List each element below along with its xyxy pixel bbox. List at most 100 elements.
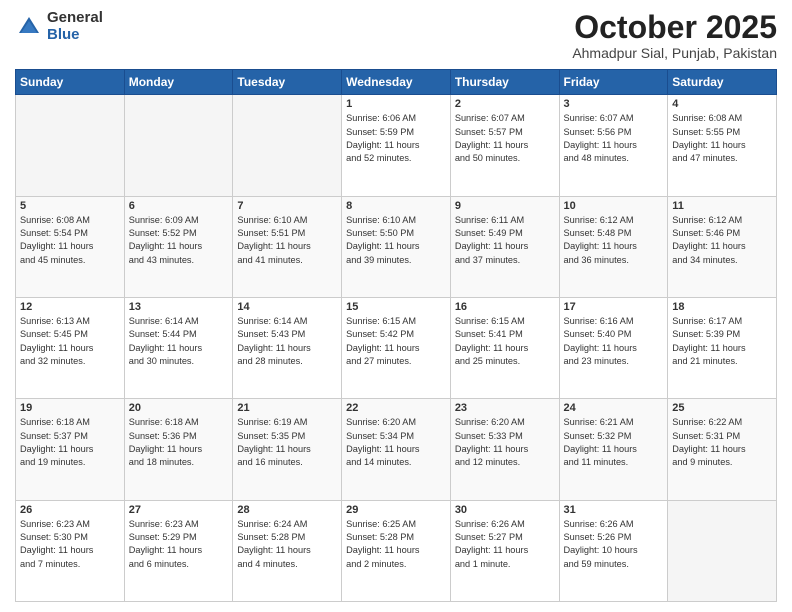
calendar-cell: 16Sunrise: 6:15 AMSunset: 5:41 PMDayligh…	[450, 297, 559, 398]
day-number: 2	[455, 98, 555, 110]
calendar-cell: 30 Sunrise: 6:26 AMSunset: 5:27 PMDayligh…	[450, 500, 559, 601]
day-info: Sunrise: 6:15 AMSunset: 5:42 PMDaylight:…	[346, 315, 446, 368]
logo-text: General Blue	[47, 10, 103, 43]
day-info: Sunrise: 6:26 AMSunset: 5:27 PMDaylight:…	[455, 518, 555, 571]
day-number: 21	[237, 402, 337, 414]
calendar-cell: 25Sunrise: 6:22 AMSunset: 5:31 PMDayligh…	[668, 399, 777, 500]
month-title: October 2025	[572, 10, 777, 45]
calendar-cell	[124, 95, 233, 196]
weekday-header: Tuesday	[233, 70, 342, 95]
calendar-cell: 10 Sunrise: 6:12 AMSunset: 5:48 PMDayligh…	[559, 196, 668, 297]
calendar-cell: 24 Sunrise: 6:21 AMSunset: 5:32 PMDayligh…	[559, 399, 668, 500]
day-info: Sunrise: 6:18 AMSunset: 5:37 PMDaylight:…	[20, 416, 120, 469]
weekday-header: Monday	[124, 70, 233, 95]
logo: General Blue	[15, 10, 103, 43]
calendar-header-row: SundayMondayTuesdayWednesdayThursdayFrid…	[16, 70, 777, 95]
calendar-cell: 29 Sunrise: 6:25 AMSunset: 5:28 PMDayligh…	[342, 500, 451, 601]
day-number: 29	[346, 504, 446, 516]
weekday-header: Friday	[559, 70, 668, 95]
day-info: Sunrise: 6:25 AMSunset: 5:28 PMDaylight:…	[346, 518, 446, 571]
day-info: Sunrise: 6:09 AMSunset: 5:52 PMDaylight:…	[129, 214, 229, 267]
day-info: Sunrise: 6:14 AMSunset: 5:44 PMDaylight:…	[129, 315, 229, 368]
weekday-header: Thursday	[450, 70, 559, 95]
calendar-cell: 17 Sunrise: 6:16 AMSunset: 5:40 PMDayligh…	[559, 297, 668, 398]
calendar-cell: 2 Sunrise: 6:07 AMSunset: 5:57 PMDaylight…	[450, 95, 559, 196]
day-number: 30	[455, 504, 555, 516]
day-number: 8	[346, 200, 446, 212]
weekday-header: Wednesday	[342, 70, 451, 95]
calendar-week-row: 19Sunrise: 6:18 AMSunset: 5:37 PMDayligh…	[16, 399, 777, 500]
day-info: Sunrise: 6:20 AMSunset: 5:33 PMDaylight:…	[455, 416, 555, 469]
day-number: 27	[129, 504, 229, 516]
calendar-week-row: 26 Sunrise: 6:23 AMSunset: 5:30 PMDayligh…	[16, 500, 777, 601]
calendar-cell: 21 Sunrise: 6:19 AMSunset: 5:35 PMDayligh…	[233, 399, 342, 500]
day-number: 6	[129, 200, 229, 212]
calendar-cell: 28 Sunrise: 6:24 AMSunset: 5:28 PMDayligh…	[233, 500, 342, 601]
logo-blue: Blue	[47, 27, 103, 44]
calendar-cell: 1 Sunrise: 6:06 AMSunset: 5:59 PMDaylight…	[342, 95, 451, 196]
day-number: 5	[20, 200, 120, 212]
day-info: Sunrise: 6:17 AMSunset: 5:39 PMDaylight:…	[672, 315, 772, 368]
day-info: Sunrise: 6:07 AMSunset: 5:57 PMDaylight:…	[455, 112, 555, 165]
logo-icon	[15, 13, 43, 41]
day-number: 18	[672, 301, 772, 313]
day-info: Sunrise: 6:26 AMSunset: 5:26 PMDaylight:…	[564, 518, 664, 571]
day-number: 23	[455, 402, 555, 414]
day-number: 14	[237, 301, 337, 313]
calendar-cell: 13 Sunrise: 6:14 AMSunset: 5:44 PMDayligh…	[124, 297, 233, 398]
day-info: Sunrise: 6:07 AMSunset: 5:56 PMDaylight:…	[564, 112, 664, 165]
calendar-week-row: 5 Sunrise: 6:08 AMSunset: 5:54 PMDaylight…	[16, 196, 777, 297]
calendar-cell: 31Sunrise: 6:26 AMSunset: 5:26 PMDayligh…	[559, 500, 668, 601]
day-info: Sunrise: 6:06 AMSunset: 5:59 PMDaylight:…	[346, 112, 446, 165]
day-info: Sunrise: 6:21 AMSunset: 5:32 PMDaylight:…	[564, 416, 664, 469]
header: General Blue October 2025 Ahmadpur Sial,…	[15, 10, 777, 61]
day-number: 10	[564, 200, 664, 212]
day-info: Sunrise: 6:12 AMSunset: 5:48 PMDaylight:…	[564, 214, 664, 267]
day-number: 12	[20, 301, 120, 313]
calendar-cell: 9Sunrise: 6:11 AMSunset: 5:49 PMDaylight…	[450, 196, 559, 297]
day-info: Sunrise: 6:20 AMSunset: 5:34 PMDaylight:…	[346, 416, 446, 469]
calendar-cell: 27 Sunrise: 6:23 AMSunset: 5:29 PMDayligh…	[124, 500, 233, 601]
day-number: 16	[455, 301, 555, 313]
day-number: 25	[672, 402, 772, 414]
day-number: 9	[455, 200, 555, 212]
calendar-cell: 3 Sunrise: 6:07 AMSunset: 5:56 PMDaylight…	[559, 95, 668, 196]
calendar-cell: 14 Sunrise: 6:14 AMSunset: 5:43 PMDayligh…	[233, 297, 342, 398]
day-info: Sunrise: 6:10 AMSunset: 5:50 PMDaylight:…	[346, 214, 446, 267]
day-info: Sunrise: 6:16 AMSunset: 5:40 PMDaylight:…	[564, 315, 664, 368]
calendar-cell	[668, 500, 777, 601]
calendar-cell	[16, 95, 125, 196]
page: General Blue October 2025 Ahmadpur Sial,…	[0, 0, 792, 612]
day-info: Sunrise: 6:08 AMSunset: 5:54 PMDaylight:…	[20, 214, 120, 267]
day-number: 3	[564, 98, 664, 110]
day-number: 28	[237, 504, 337, 516]
calendar-cell: 6 Sunrise: 6:09 AMSunset: 5:52 PMDaylight…	[124, 196, 233, 297]
day-number: 17	[564, 301, 664, 313]
day-number: 22	[346, 402, 446, 414]
day-info: Sunrise: 6:23 AMSunset: 5:29 PMDaylight:…	[129, 518, 229, 571]
calendar-cell: 11Sunrise: 6:12 AMSunset: 5:46 PMDayligh…	[668, 196, 777, 297]
day-number: 7	[237, 200, 337, 212]
day-number: 13	[129, 301, 229, 313]
day-number: 24	[564, 402, 664, 414]
day-info: Sunrise: 6:24 AMSunset: 5:28 PMDaylight:…	[237, 518, 337, 571]
day-info: Sunrise: 6:14 AMSunset: 5:43 PMDaylight:…	[237, 315, 337, 368]
calendar-week-row: 1 Sunrise: 6:06 AMSunset: 5:59 PMDaylight…	[16, 95, 777, 196]
day-number: 15	[346, 301, 446, 313]
calendar-cell: 4Sunrise: 6:08 AMSunset: 5:55 PMDaylight…	[668, 95, 777, 196]
day-info: Sunrise: 6:23 AMSunset: 5:30 PMDaylight:…	[20, 518, 120, 571]
calendar-table: SundayMondayTuesdayWednesdayThursdayFrid…	[15, 69, 777, 602]
calendar-cell: 8 Sunrise: 6:10 AMSunset: 5:50 PMDaylight…	[342, 196, 451, 297]
logo-general: General	[47, 10, 103, 27]
day-number: 1	[346, 98, 446, 110]
calendar-cell: 20 Sunrise: 6:18 AMSunset: 5:36 PMDayligh…	[124, 399, 233, 500]
day-number: 26	[20, 504, 120, 516]
day-info: Sunrise: 6:10 AMSunset: 5:51 PMDaylight:…	[237, 214, 337, 267]
day-info: Sunrise: 6:18 AMSunset: 5:36 PMDaylight:…	[129, 416, 229, 469]
calendar-cell: 26 Sunrise: 6:23 AMSunset: 5:30 PMDayligh…	[16, 500, 125, 601]
day-number: 20	[129, 402, 229, 414]
day-info: Sunrise: 6:13 AMSunset: 5:45 PMDaylight:…	[20, 315, 120, 368]
calendar-cell: 15 Sunrise: 6:15 AMSunset: 5:42 PMDayligh…	[342, 297, 451, 398]
day-info: Sunrise: 6:19 AMSunset: 5:35 PMDaylight:…	[237, 416, 337, 469]
calendar-cell: 7 Sunrise: 6:10 AMSunset: 5:51 PMDaylight…	[233, 196, 342, 297]
